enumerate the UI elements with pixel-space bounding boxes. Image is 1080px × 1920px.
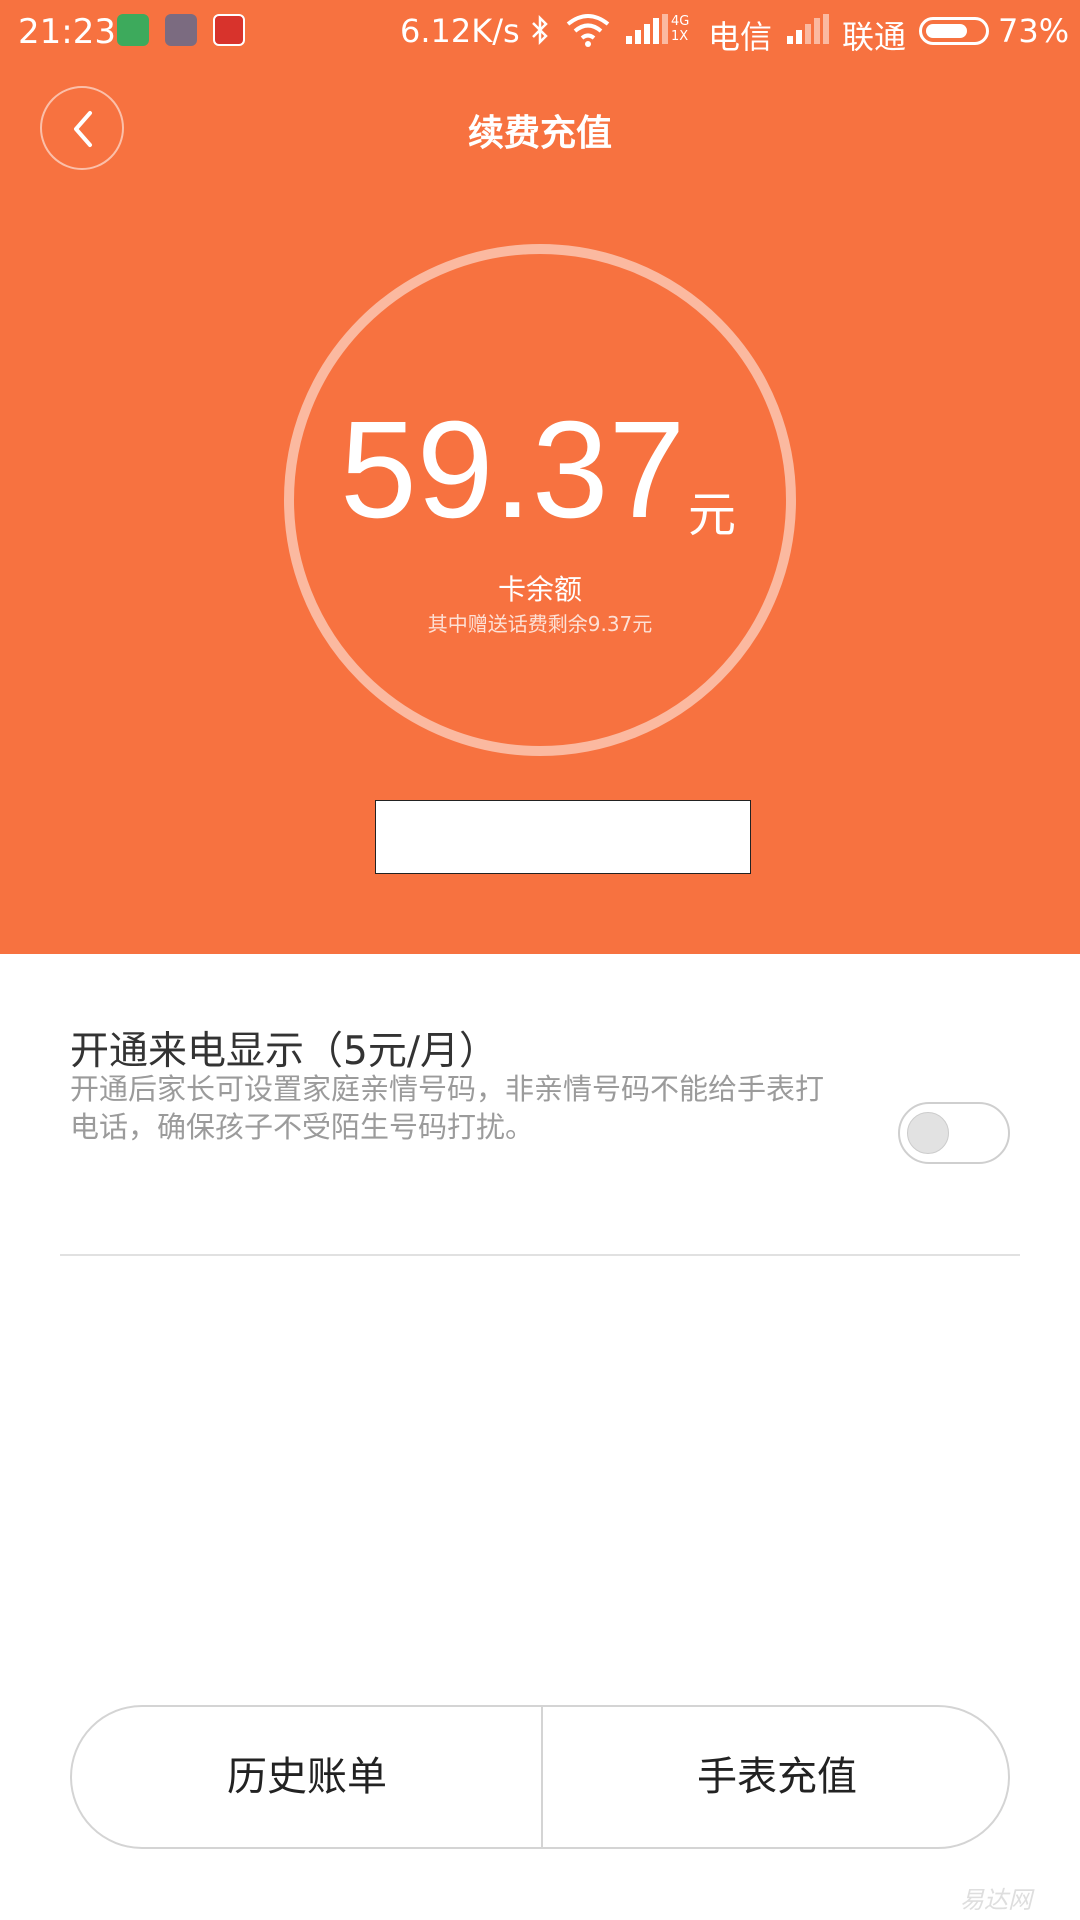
balance-amount: 59.37 [340, 393, 686, 547]
page-title: 续费充值 [467, 113, 612, 154]
network-type-4g: 4G [671, 14, 690, 29]
caller-id-setting-title: 开通来电显示（5元/月） [70, 1029, 498, 1074]
chevron-left-icon [74, 111, 92, 147]
promo-banner-box[interactable] [375, 800, 751, 874]
bluetooth-icon [532, 14, 548, 46]
signal-icon-1 [626, 14, 668, 44]
wifi-icon [566, 14, 610, 47]
toggle-knob [907, 1112, 949, 1154]
shield-icon [117, 14, 149, 46]
battery-percent: 73% [998, 12, 1070, 50]
watch-recharge-button[interactable]: 手表充值 [542, 1707, 1008, 1847]
status-bar: 21:23 6.12K/s 4G 1X 电信 联通 73% [0, 0, 1080, 62]
divider [60, 1254, 1020, 1256]
back-button[interactable] [40, 86, 124, 170]
balance-sublabel: 其中赠送话费剩余9.37元 [427, 612, 653, 636]
net-speed: 6.12K/s [400, 12, 520, 50]
status-time: 21:23 [18, 12, 116, 52]
history-bill-button[interactable]: 历史账单 [72, 1707, 542, 1847]
caller-id-setting-description: 开通后家长可设置家庭亲情号码，非亲情号码不能给手表打电话，确保孩子不受陌生号码打… [70, 1072, 825, 1144]
watermark: 易达网 [960, 1886, 1032, 1914]
balance-label: 卡余额 [497, 573, 582, 606]
scissors-icon [165, 14, 197, 46]
caller-id-toggle[interactable] [898, 1102, 1010, 1164]
battery-fill [926, 24, 967, 38]
bottom-button-group: 历史账单 手表充值 [70, 1705, 1010, 1849]
signal-icon-2 [787, 14, 829, 44]
network-type: 4G 1X [671, 14, 689, 44]
carrier-1: 电信 [708, 18, 773, 56]
network-type-1x: 1X [671, 29, 689, 44]
carrier-2: 联通 [842, 18, 907, 56]
header-background: 21:23 6.12K/s 4G 1X 电信 联通 73% 续费充值 59.37… [0, 0, 1080, 954]
balance-unit: 元 [688, 487, 737, 543]
zhi-app-icon [213, 14, 245, 46]
battery-icon [919, 17, 989, 45]
